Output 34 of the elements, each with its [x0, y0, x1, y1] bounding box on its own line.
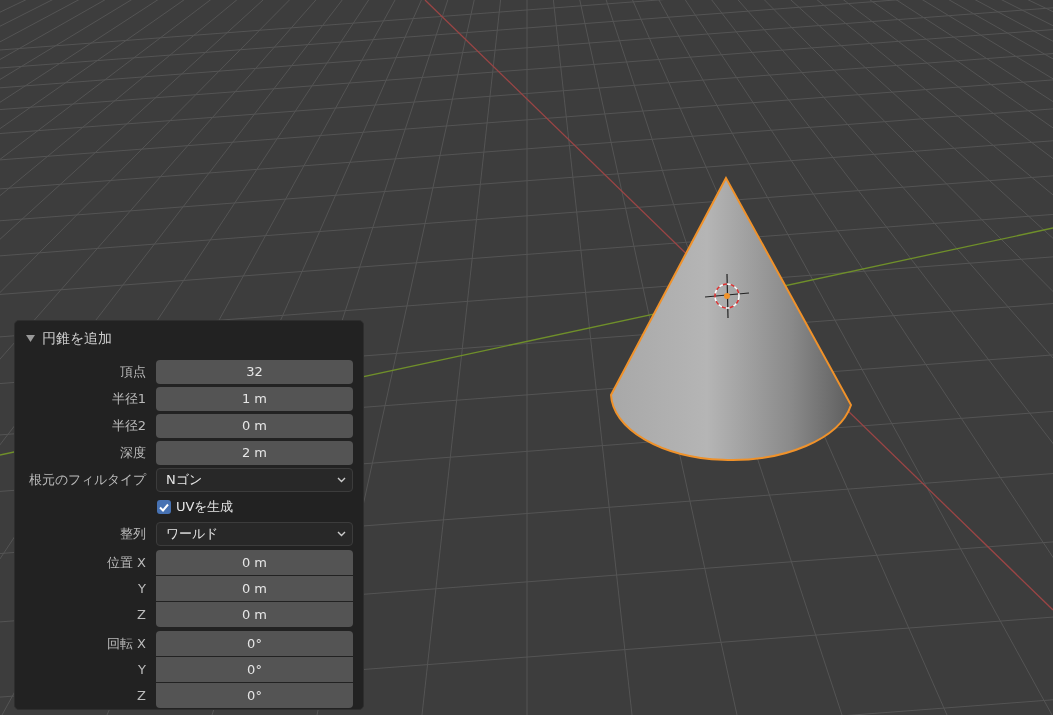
- number-field[interactable]: 0 m: [156, 576, 353, 601]
- number-field[interactable]: 0°: [156, 631, 353, 656]
- field-label[interactable]: 深度: [15, 443, 156, 463]
- field-label[interactable]: 根元のフィルタイプ: [15, 470, 156, 490]
- field-label[interactable]: 半径2: [15, 416, 156, 436]
- dropdown-field[interactable]: ワールド: [156, 522, 353, 546]
- field-label[interactable]: Y: [15, 578, 156, 599]
- field-label[interactable]: Z: [15, 685, 156, 706]
- field-label[interactable]: 半径1: [15, 389, 156, 409]
- number-field[interactable]: 0°: [156, 657, 353, 682]
- chevron-icon: [337, 477, 346, 483]
- dropdown-field[interactable]: Nゴン: [156, 468, 353, 492]
- number-field[interactable]: 0 m: [156, 414, 353, 438]
- cone-drawing[interactable]: [610, 177, 852, 461]
- dropdown-value[interactable]: ワールド: [166, 524, 218, 544]
- field-label[interactable]: 位置 X: [15, 552, 156, 573]
- field-label[interactable]: 頂点: [15, 362, 156, 382]
- field-label[interactable]: 回転 X: [15, 633, 156, 654]
- origin-cursor-icon: [704, 273, 750, 319]
- number-field[interactable]: 0°: [156, 683, 353, 708]
- chevron-icon: [337, 531, 346, 537]
- number-field[interactable]: 0 m: [156, 550, 353, 575]
- number-field[interactable]: 0 m: [156, 602, 353, 627]
- checkbox-label[interactable]: UVを生成: [176, 497, 234, 517]
- panel-title: 円錐を追加: [42, 329, 112, 348]
- checkbox[interactable]: [157, 500, 171, 514]
- field-label[interactable]: Y: [15, 659, 156, 680]
- field-label[interactable]: Z: [15, 604, 156, 625]
- collapse-toggle-icon[interactable]: [26, 334, 35, 343]
- number-field[interactable]: 1 m: [156, 387, 353, 411]
- number-field[interactable]: 32: [156, 360, 353, 384]
- field-label[interactable]: 整列: [15, 524, 156, 544]
- number-field[interactable]: 2 m: [156, 441, 353, 465]
- dropdown-value[interactable]: Nゴン: [166, 470, 202, 490]
